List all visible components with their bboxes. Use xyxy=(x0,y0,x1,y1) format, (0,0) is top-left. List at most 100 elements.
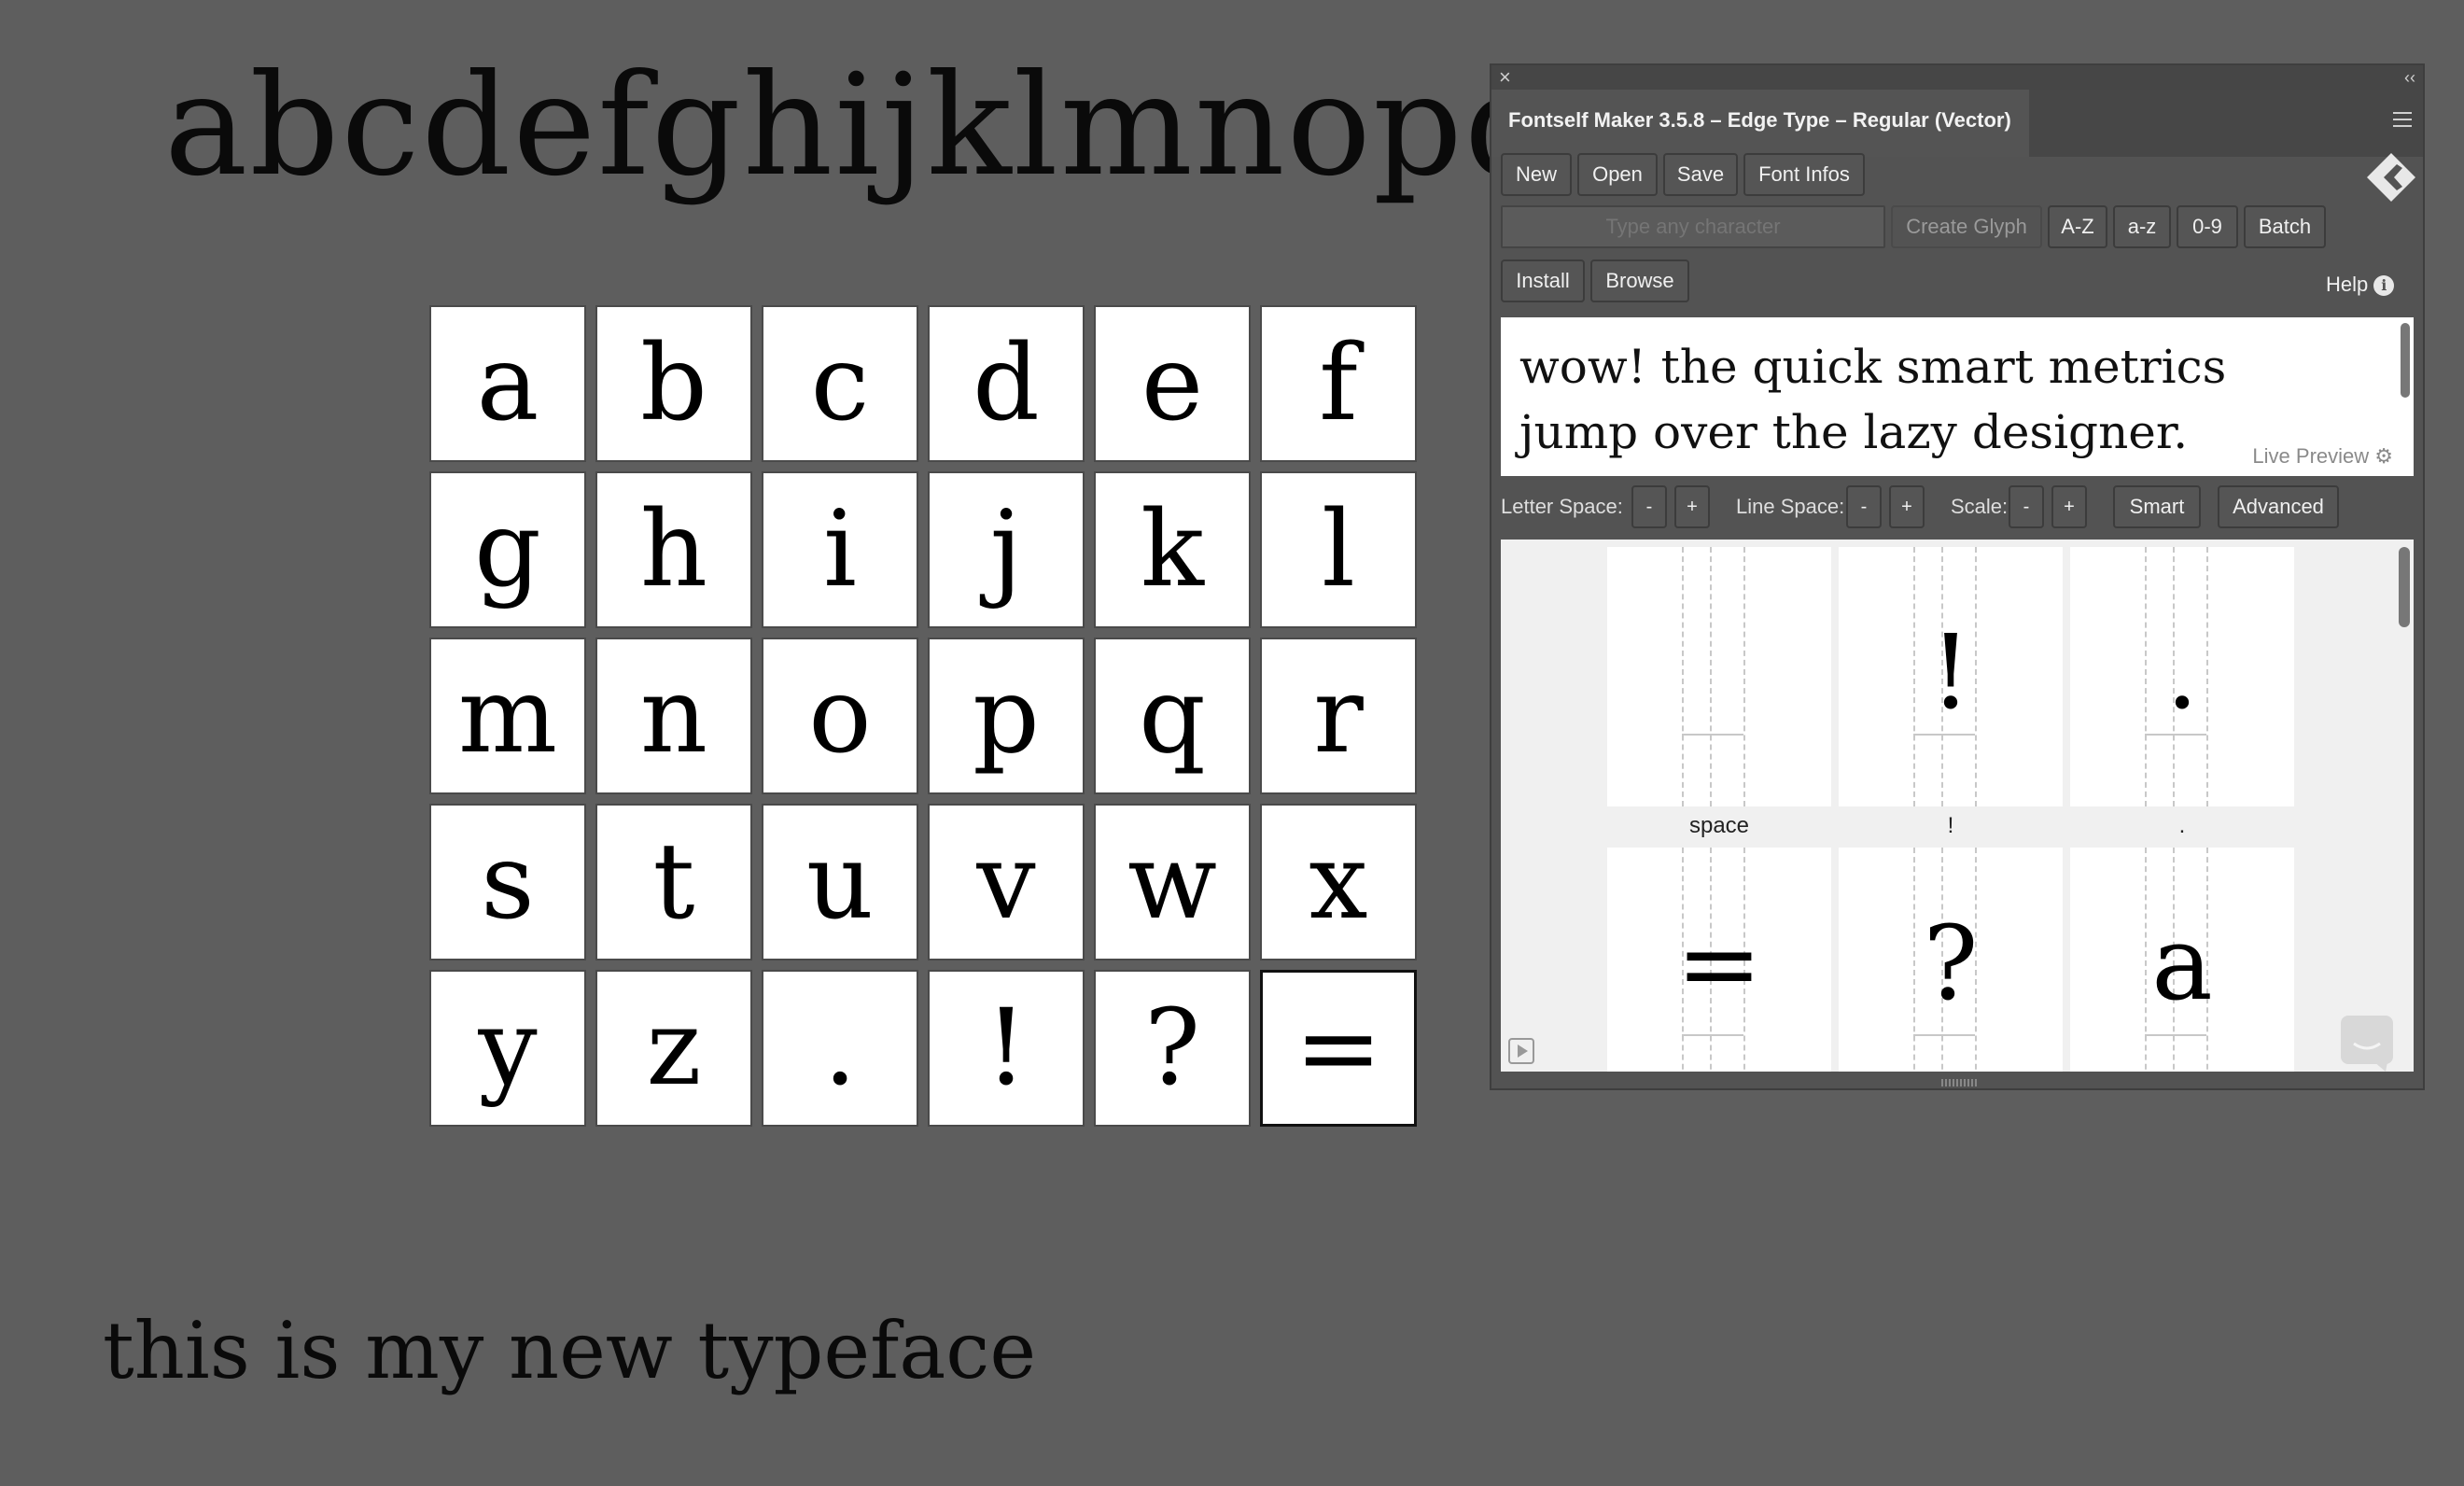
smart-button[interactable]: Smart xyxy=(2113,485,2201,528)
glyph-tile[interactable]: . xyxy=(2070,547,2294,806)
glyph-cell[interactable]: o xyxy=(762,638,918,794)
menu-icon[interactable] xyxy=(2393,112,2412,132)
glyph-cell[interactable]: v xyxy=(928,804,1085,960)
glyph-cell[interactable]: ? xyxy=(1094,970,1251,1127)
glyph-cell[interactable]: w xyxy=(1094,804,1251,960)
new-button[interactable]: New xyxy=(1501,153,1572,196)
info-icon: i xyxy=(2373,275,2395,297)
glyph-cell[interactable]: ! xyxy=(928,970,1085,1127)
letter-space-decrease-button[interactable]: - xyxy=(1631,485,1667,528)
batch-button[interactable]: Batch xyxy=(2244,205,2326,248)
baseline-guide xyxy=(1913,734,1975,736)
glyph-cell[interactable]: l xyxy=(1260,471,1417,628)
glyph-cell[interactable]: e xyxy=(1094,305,1251,462)
glyph-cell[interactable]: q xyxy=(1094,638,1251,794)
glyph-cell[interactable]: b xyxy=(595,305,752,462)
baseline-guide xyxy=(1913,1034,1975,1036)
glyph-cell[interactable]: p xyxy=(928,638,1085,794)
panel-title-tab[interactable]: Fontself Maker 3.5.8 – Edge Type – Regul… xyxy=(1491,90,2029,157)
letter-space-increase-button[interactable]: + xyxy=(1674,485,1710,528)
glyph-cell[interactable]: r xyxy=(1260,638,1417,794)
glyph-tile[interactable] xyxy=(1607,547,1831,806)
metric-guide xyxy=(1682,547,1684,806)
line-space-label: Line Space: xyxy=(1736,495,1845,518)
glyph-list[interactable]: space!!.. =? a xyxy=(1501,540,2414,1072)
preview-scrollbar[interactable] xyxy=(2401,323,2410,398)
glyph-cell[interactable]: g xyxy=(429,471,586,628)
gear-icon[interactable]: ⚙ xyxy=(2374,444,2393,468)
glyph-cell[interactable]: u xyxy=(762,804,918,960)
live-preview-label[interactable]: Live Preview ⚙ xyxy=(2252,444,2393,469)
glyph-cell[interactable]: j xyxy=(928,471,1085,628)
help-label: Help xyxy=(2326,273,2369,296)
metric-guide xyxy=(1743,547,1745,806)
uppercase-button[interactable]: A-Z xyxy=(2048,205,2107,248)
preview-text[interactable]: wow! the quick smart metrics jump over t… xyxy=(1519,334,2341,465)
glyph-tile[interactable]: a xyxy=(2070,848,2294,1072)
baseline-guide xyxy=(1682,734,1743,736)
glyph-cell[interactable]: = xyxy=(1260,970,1417,1127)
glyph-cell[interactable]: z xyxy=(595,970,752,1127)
glyph-cell[interactable]: s xyxy=(429,804,586,960)
metric-guide xyxy=(1710,547,1712,806)
save-button[interactable]: Save xyxy=(1663,153,1738,196)
glyph-artboard-grid: a b c d e f g h i j k l m n o p q r s t u v w x y z.!? = xyxy=(429,305,1417,1127)
play-icon[interactable] xyxy=(1508,1038,1534,1064)
panel-top-strip: × ‹‹ xyxy=(1491,65,2423,90)
baseline-guide xyxy=(2145,734,2206,736)
scale-increase-button[interactable]: + xyxy=(2051,485,2087,528)
glyph-cell[interactable]: m xyxy=(429,638,586,794)
tile-glyph: a xyxy=(2151,904,2213,1023)
tile-glyph: ! xyxy=(1929,612,1972,732)
line-space-decrease-button[interactable]: - xyxy=(1846,485,1882,528)
glyph-caption: space xyxy=(1688,813,1750,838)
advanced-button[interactable]: Advanced xyxy=(2218,485,2339,528)
tile-glyph: . xyxy=(2165,612,2199,732)
panel-tab-bar: Fontself Maker 3.5.8 – Edge Type – Regul… xyxy=(1491,90,2423,157)
scale-decrease-button[interactable]: - xyxy=(2009,485,2044,528)
glyph-list-scrollbar[interactable] xyxy=(2399,547,2410,627)
glyph-caption: ! xyxy=(1947,813,1954,838)
browse-button[interactable]: Browse xyxy=(1590,259,1689,302)
glyph-cell[interactable]: n xyxy=(595,638,752,794)
glyph-tile[interactable]: ? xyxy=(1839,848,2063,1072)
glyph-cell[interactable]: h xyxy=(595,471,752,628)
glyph-cell[interactable]: x xyxy=(1260,804,1417,960)
fontself-logo-icon[interactable] xyxy=(2365,151,2417,203)
baseline-guide xyxy=(1682,1034,1743,1036)
glyph-cell[interactable]: y xyxy=(429,970,586,1127)
glyph-cell[interactable]: . xyxy=(762,970,918,1127)
create-glyph-button[interactable]: Create Glyph xyxy=(1891,205,2042,248)
alphabet-specimen: abcdefghijklmnopqrstuv xyxy=(164,45,1490,207)
glyph-cell[interactable]: t xyxy=(595,804,752,960)
glyph-cell[interactable]: c xyxy=(762,305,918,462)
glyph-cell[interactable]: a xyxy=(429,305,586,462)
help-link[interactable]: Help i xyxy=(2326,273,2395,297)
character-input[interactable] xyxy=(1501,205,1885,248)
chat-icon[interactable] xyxy=(2341,1016,2393,1072)
open-button[interactable]: Open xyxy=(1577,153,1658,196)
collapse-icon[interactable]: ‹‹ xyxy=(2404,66,2415,89)
font-infos-button[interactable]: Font Infos xyxy=(1743,153,1865,196)
glyph-tile[interactable]: ! xyxy=(1839,547,2063,806)
live-preview[interactable]: wow! the quick smart metrics jump over t… xyxy=(1501,317,2414,476)
glyph-cell[interactable]: i xyxy=(762,471,918,628)
lowercase-button[interactable]: a-z xyxy=(2113,205,2171,248)
tile-glyph: ? xyxy=(1923,904,1979,1023)
glyph-cell[interactable]: f xyxy=(1260,305,1417,462)
glyph-cell[interactable]: d xyxy=(928,305,1085,462)
glyph-cell[interactable]: k xyxy=(1094,471,1251,628)
letter-space-label: Letter Space: xyxy=(1501,495,1623,518)
line-space-increase-button[interactable]: + xyxy=(1889,485,1925,528)
tile-glyph: = xyxy=(1675,904,1763,1023)
glyph-caption: . xyxy=(2178,813,2186,838)
baseline-guide xyxy=(2145,1034,2206,1036)
digits-button[interactable]: 0-9 xyxy=(2177,205,2238,248)
glyph-tile[interactable]: = xyxy=(1607,848,1831,1072)
close-icon[interactable]: × xyxy=(1499,66,1511,89)
install-button[interactable]: Install xyxy=(1501,259,1585,302)
live-preview-text: Live Preview xyxy=(2252,444,2370,468)
scale-label: Scale: xyxy=(1951,495,2009,518)
panel-resize-grip[interactable] xyxy=(1941,1079,1977,1086)
fontself-panel: × ‹‹ Fontself Maker 3.5.8 – Edge Type – … xyxy=(1490,63,2425,1090)
